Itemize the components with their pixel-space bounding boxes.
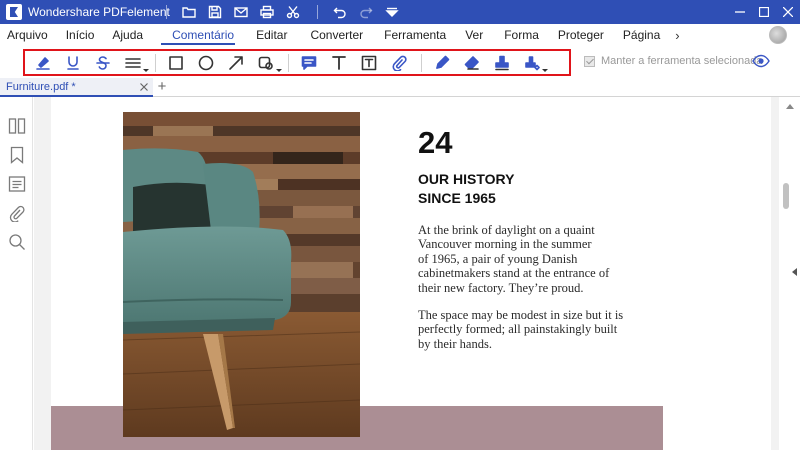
thumbnails-icon[interactable] bbox=[8, 117, 26, 135]
title-divider bbox=[166, 5, 167, 19]
paragraph-1-line: cabinetmakers stand at the entrance of bbox=[418, 266, 610, 281]
rectangle-icon[interactable] bbox=[164, 52, 188, 74]
underline-icon[interactable] bbox=[61, 52, 85, 74]
menu-converter[interactable]: Converter bbox=[296, 24, 372, 46]
app-title: Wondershare PDFelement bbox=[28, 5, 170, 19]
search-icon[interactable] bbox=[8, 233, 26, 251]
paragraph-1: At the brink of daylight on a quaint Van… bbox=[418, 223, 628, 295]
menu-proteger[interactable]: Proteger bbox=[548, 24, 613, 46]
undo-icon[interactable] bbox=[328, 2, 352, 22]
minimize-icon[interactable] bbox=[728, 0, 752, 24]
paragraph-2: The space may be modest in size but it i… bbox=[418, 308, 628, 351]
pencil-icon[interactable] bbox=[430, 52, 454, 74]
lines-icon[interactable] bbox=[121, 52, 149, 74]
menu-inicio[interactable]: Início bbox=[57, 24, 104, 46]
comment-tools-highlight-box bbox=[23, 49, 571, 76]
close-icon[interactable] bbox=[776, 0, 800, 24]
user-avatar[interactable] bbox=[769, 26, 787, 44]
menu-arquivo[interactable]: Arquivo bbox=[0, 24, 57, 46]
eraser-icon[interactable] bbox=[460, 52, 484, 74]
paragraph-1-line: Vancouver morning in the summer bbox=[418, 237, 592, 252]
attachments-panel-icon[interactable] bbox=[8, 204, 26, 223]
comment-toolbar: Manter a ferramenta selecionada bbox=[0, 46, 800, 78]
menu-forma[interactable]: Forma bbox=[492, 24, 548, 46]
highlight-icon[interactable] bbox=[31, 52, 55, 74]
add-tab-button[interactable]: + bbox=[156, 78, 168, 96]
menu-ferramenta[interactable]: Ferramenta bbox=[372, 24, 455, 46]
left-sidebar bbox=[0, 97, 33, 450]
keep-tool-checkbox[interactable] bbox=[584, 55, 595, 67]
strikethrough-icon[interactable] bbox=[91, 52, 115, 74]
menu-ver[interactable]: Ver bbox=[455, 24, 492, 46]
menu-more-icon[interactable]: › bbox=[669, 28, 685, 43]
redo-icon[interactable] bbox=[354, 2, 378, 22]
page-number-heading: 24 bbox=[418, 125, 453, 160]
toolbar-divider bbox=[288, 53, 289, 72]
document-tab-label: Furniture.pdf * bbox=[6, 80, 76, 93]
paragraph-2-line: by their hands. bbox=[418, 336, 492, 351]
folder-icon[interactable] bbox=[177, 2, 201, 22]
stamp-icon[interactable] bbox=[490, 52, 514, 74]
bookmark-icon[interactable] bbox=[8, 146, 26, 164]
pdf-page: 24 OUR HISTORY SINCE 1965 At the brink o… bbox=[51, 97, 771, 450]
collapse-right-panel-arrow-icon[interactable] bbox=[792, 268, 797, 276]
paragraph-1-line: At the brink of daylight on a quaint bbox=[418, 223, 595, 237]
toolbar-divider bbox=[155, 53, 156, 72]
menu-bar: Arquivo Início Ajuda Comentário Editar C… bbox=[0, 24, 800, 46]
document-tab[interactable]: Furniture.pdf * bbox=[0, 78, 153, 97]
arrow-icon[interactable] bbox=[224, 52, 248, 74]
menu-pagina[interactable]: Página bbox=[613, 24, 669, 46]
eye-icon[interactable] bbox=[752, 54, 770, 68]
paragraph-1-line: of 1965, a pair of young Danish bbox=[418, 251, 578, 266]
textbox-icon[interactable] bbox=[357, 52, 381, 74]
heading-line-2: SINCE 1965 bbox=[418, 190, 496, 206]
mail-icon[interactable] bbox=[229, 2, 253, 22]
note-icon[interactable] bbox=[297, 52, 321, 74]
document-canvas: 24 OUR HISTORY SINCE 1965 At the brink o… bbox=[34, 97, 779, 450]
quick-access-divider bbox=[317, 5, 318, 19]
shape-icon[interactable] bbox=[254, 52, 282, 74]
history-heading: OUR HISTORY SINCE 1965 bbox=[418, 170, 618, 208]
circle-icon[interactable] bbox=[194, 52, 218, 74]
paragraph-2-line: The space may be modest in size but it i… bbox=[418, 308, 624, 322]
scrollbar-thumb[interactable] bbox=[783, 183, 789, 209]
armchair-photo bbox=[123, 112, 360, 437]
paragraph-2-line: perfectly formed; all painstakingly buil… bbox=[418, 322, 618, 337]
toolbar-divider bbox=[421, 53, 422, 72]
title-bar: Wondershare PDFelement bbox=[0, 0, 800, 24]
scroll-up-arrow-icon[interactable] bbox=[786, 104, 794, 109]
print-icon[interactable] bbox=[255, 2, 279, 22]
keep-tool-label: Manter a ferramenta selecionada bbox=[601, 55, 763, 67]
scissors-icon[interactable] bbox=[281, 2, 305, 22]
attachment-icon[interactable] bbox=[387, 52, 411, 74]
signature-icon[interactable] bbox=[520, 52, 548, 74]
document-tab-bar: Furniture.pdf * + bbox=[0, 78, 800, 97]
customize-quick-access-icon[interactable] bbox=[380, 2, 404, 22]
maximize-icon[interactable] bbox=[752, 0, 776, 24]
save-icon[interactable] bbox=[203, 2, 227, 22]
heading-line-1: OUR HISTORY bbox=[418, 171, 515, 187]
menu-comentario[interactable]: Comentário bbox=[152, 24, 244, 46]
text-icon[interactable] bbox=[327, 52, 351, 74]
keep-tool-selected-option[interactable]: Manter a ferramenta selecionada bbox=[584, 55, 762, 67]
menu-editar[interactable]: Editar bbox=[244, 24, 296, 46]
comments-panel-icon[interactable] bbox=[8, 175, 26, 193]
paragraph-1-line: their new factory. They’re proud. bbox=[418, 280, 584, 295]
close-tab-icon[interactable] bbox=[139, 82, 149, 92]
pdfelement-logo-icon bbox=[6, 4, 22, 20]
menu-ajuda[interactable]: Ajuda bbox=[103, 24, 152, 46]
